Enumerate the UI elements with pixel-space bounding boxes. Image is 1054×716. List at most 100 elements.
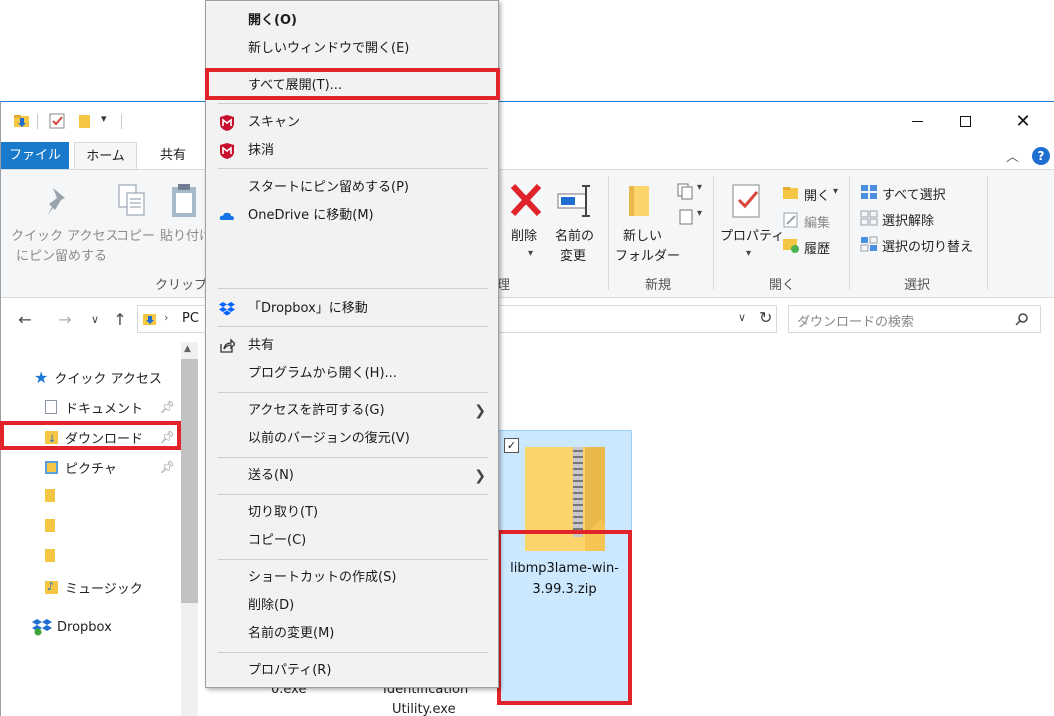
menu-separator: [218, 494, 488, 495]
pin-quick-access-label-2[interactable]: にピン留めする: [16, 245, 107, 264]
menu-open-with[interactable]: プログラムから開く(H)...: [206, 360, 498, 388]
menu-separator: [218, 392, 488, 393]
menu-separator: [218, 168, 488, 169]
tab-home[interactable]: ホーム: [74, 142, 137, 171]
nav-item-label: ミュージック: [65, 581, 143, 597]
close-button[interactable]: ✕: [999, 102, 1047, 140]
menu-delete[interactable]: 削除(D): [206, 592, 498, 620]
new-folder-icon[interactable]: [76, 112, 94, 130]
open-dropdown-icon[interactable]: ▾: [833, 186, 838, 197]
invert-selection-button[interactable]: 選択の切り替え: [882, 236, 973, 255]
folder-icon[interactable]: [45, 549, 55, 562]
qat-dropdown-icon[interactable]: ▾: [101, 112, 107, 125]
minimize-button[interactable]: [893, 102, 941, 140]
menu-create-shortcut[interactable]: ショートカットの作成(S): [206, 564, 498, 592]
title-bar: ▾ ✕: [1, 102, 1054, 140]
forward-arrow-icon[interactable]: →: [53, 307, 77, 331]
select-all-button[interactable]: すべて選択: [882, 184, 946, 203]
open-folder-icon: [783, 187, 798, 199]
group-separator: [849, 176, 850, 290]
delete-label[interactable]: 削除: [511, 225, 537, 244]
menu-pin-start[interactable]: スタートにピン留めする(P): [206, 174, 498, 202]
properties-dropdown-icon[interactable]: ▾: [746, 248, 751, 259]
nav-scroll-thumb[interactable]: [181, 359, 198, 603]
search-icon[interactable]: [1015, 312, 1029, 326]
collapse-ribbon-icon[interactable]: ︿: [1006, 146, 1019, 165]
submenu-arrow-icon: ❯: [474, 403, 486, 419]
folder-download-icon[interactable]: [13, 112, 31, 130]
edit-button[interactable]: 編集: [804, 212, 830, 231]
file-checkbox[interactable]: ✓: [504, 438, 519, 453]
menu-dropbox-move[interactable]: 「Dropbox」に移動: [206, 295, 498, 323]
new-folder-label-2[interactable]: フォルダー: [615, 245, 680, 264]
nav-dropbox[interactable]: Dropbox: [32, 615, 112, 639]
refresh-icon[interactable]: ↻: [759, 308, 772, 327]
folder-icon[interactable]: [45, 519, 55, 532]
group-separator: [608, 176, 609, 290]
tab-share[interactable]: 共有: [147, 142, 199, 170]
path-chevron-icon[interactable]: ›: [164, 311, 168, 324]
menu-share[interactable]: 共有: [206, 332, 498, 360]
menu-copy[interactable]: コピー(C): [206, 527, 498, 555]
new-item-icon[interactable]: [676, 182, 696, 200]
select-none-icon: [860, 210, 878, 226]
highlight-downloads: [0, 421, 181, 450]
nav-dropbox-label: Dropbox: [57, 619, 112, 635]
menu-send-to[interactable]: 送る(N) ❯: [206, 462, 498, 490]
path-segment-pc[interactable]: PC: [182, 311, 199, 326]
easy-access-icon[interactable]: [676, 208, 696, 226]
maximize-button[interactable]: [941, 102, 989, 140]
menu-properties[interactable]: プロパティ(R): [206, 657, 498, 685]
menu-share-label: 共有: [248, 338, 275, 353]
address-dropdown-icon[interactable]: ∨: [738, 311, 746, 324]
menu-open-new-window[interactable]: 新しいウィンドウで開く(E): [206, 35, 498, 63]
open-button[interactable]: 開く: [804, 185, 830, 204]
menu-shred[interactable]: 抹消: [206, 137, 498, 165]
menu-give-access-label: アクセスを許可する(G): [248, 403, 385, 418]
nav-item-documents[interactable]: ドキュメント 📌︎: [45, 395, 179, 419]
group-separator: [713, 176, 714, 290]
invert-selection-icon: [860, 236, 878, 252]
menu-scan-label: スキャン: [248, 115, 301, 130]
navigation-pane: ★ クイック アクセス ドキュメント 📌︎ ↓ ダウンロード 📌︎ ピクチャ 📌…: [1, 339, 201, 716]
rename-label-2[interactable]: 変更: [560, 245, 586, 264]
easy-access-dropdown-icon[interactable]: ▾: [697, 208, 702, 219]
pin-icon[interactable]: 📌︎: [160, 400, 175, 414]
menu-rename[interactable]: 名前の変更(M): [206, 620, 498, 648]
back-arrow-icon[interactable]: ←: [13, 307, 37, 331]
music-folder-icon: ♪: [45, 580, 58, 594]
tab-file[interactable]: ファイル: [1, 142, 69, 170]
rename-label-1[interactable]: 名前の: [555, 225, 594, 244]
nav-item-music[interactable]: ♪ ミュージック: [45, 575, 143, 599]
properties-label[interactable]: プロパティ: [720, 225, 784, 244]
delete-dropdown-icon[interactable]: ▾: [528, 248, 533, 259]
folder-icon[interactable]: [45, 489, 55, 502]
history-button[interactable]: 履歴: [804, 238, 830, 257]
nav-item-pictures[interactable]: ピクチャ 📌︎: [45, 455, 179, 479]
pin-icon[interactable]: 📌︎: [160, 460, 175, 474]
group-label-new: 新規: [645, 278, 672, 293]
pin-quick-access-label-1[interactable]: クイック アクセス: [11, 225, 118, 244]
new-item-dropdown-icon[interactable]: ▾: [697, 182, 702, 193]
properties-check-icon[interactable]: [48, 112, 66, 130]
document-icon: [45, 400, 57, 414]
copy-label[interactable]: コピー: [116, 225, 155, 244]
search-box[interactable]: ダウンロードの検索: [788, 305, 1041, 333]
nav-quick-access[interactable]: ★ クイック アクセス: [34, 365, 162, 389]
scroll-up-icon[interactable]: ▲: [184, 344, 191, 354]
help-icon[interactable]: ?: [1032, 147, 1050, 165]
select-none-button[interactable]: 選択解除: [882, 210, 934, 229]
recent-locations-icon[interactable]: ∨: [83, 307, 107, 331]
context-menu: 開く(O) 新しいウィンドウで開く(E) すべて展開(T)... スキャン 抹消…: [205, 0, 499, 688]
menu-scan[interactable]: スキャン: [206, 109, 498, 137]
menu-give-access[interactable]: アクセスを許可する(G) ❯: [206, 397, 498, 425]
up-arrow-icon[interactable]: ↑: [108, 307, 132, 331]
nav-scrollbar[interactable]: ▲: [181, 342, 198, 716]
menu-onedrive[interactable]: OneDrive に移動(M): [206, 202, 498, 230]
menu-open[interactable]: 開く(O): [206, 7, 498, 35]
file-name-partial[interactable]: Utility.exe: [392, 702, 456, 716]
new-folder-label-1[interactable]: 新しい: [623, 225, 662, 244]
menu-cut[interactable]: 切り取り(T): [206, 499, 498, 527]
share-icon: [220, 338, 235, 353]
menu-restore-versions[interactable]: 以前のバージョンの復元(V): [206, 425, 498, 453]
